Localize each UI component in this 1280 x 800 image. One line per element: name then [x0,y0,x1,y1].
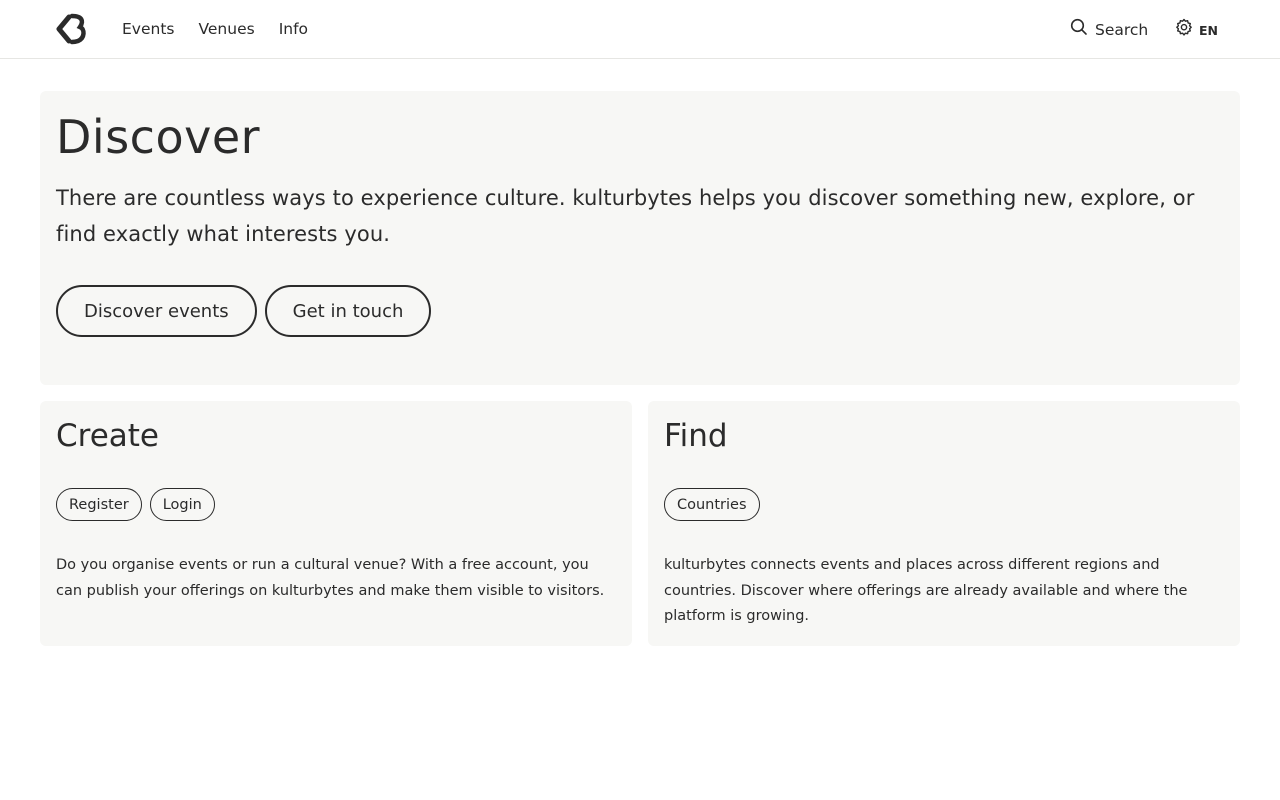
gear-icon [1175,18,1199,43]
hero-actions: Discover events Get in touch [56,285,432,337]
find-title: Find [664,418,728,454]
discover-events-button[interactable]: Discover events [56,285,257,337]
kulturbytes-logo-icon[interactable] [55,12,89,46]
search-label: Search [1095,21,1149,39]
create-actions: Register Login [56,488,215,521]
get-in-touch-button[interactable]: Get in touch [264,285,432,337]
nav-item-venues[interactable]: Venues [198,19,254,39]
nav-item-info[interactable]: Info [279,19,308,39]
nav-item-events[interactable]: Events [122,19,174,39]
countries-button[interactable]: Countries [664,488,760,521]
main-nav: Events Venues Info [122,19,332,39]
register-button[interactable]: Register [56,488,142,521]
find-actions: Countries [664,488,760,521]
page-title: Discover [56,110,261,164]
discover-panel: Discover There are countless ways to exp… [40,91,1240,385]
language-label: EN [1199,22,1219,38]
create-title: Create [56,418,160,454]
hero-description: There are countless ways to experience c… [56,186,1195,246]
login-button[interactable]: Login [149,488,215,521]
find-card: Find Countries kulturbytes connects even… [648,401,1240,646]
search-icon [1070,18,1095,42]
top-navigation-bar: Events Venues Info Search EN [0,0,1280,59]
language-settings-button[interactable]: EN [1175,18,1218,43]
find-description: kulturbytes connects events and places a… [664,557,1188,624]
create-card: Create Register Login Do you organise ev… [40,401,632,646]
search-button[interactable]: Search [1070,18,1148,42]
create-description: Do you organise events or run a cultural… [56,557,605,599]
